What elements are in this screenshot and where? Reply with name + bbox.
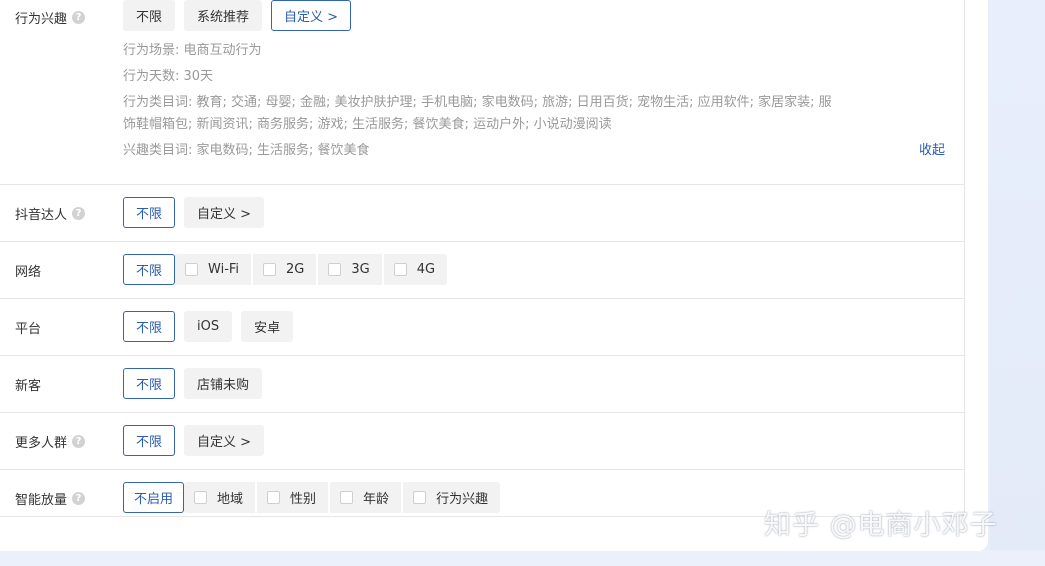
network-options: 不限 Wi-Fi 2G 3G 4G bbox=[123, 254, 448, 285]
option-unlimited[interactable]: 不限 bbox=[123, 311, 176, 342]
network-label: 网络 bbox=[15, 265, 42, 280]
behavior-scene: 行为场景: 电商互动行为 bbox=[123, 43, 262, 58]
option-unlimited[interactable]: 不限 bbox=[123, 197, 176, 228]
option-custom[interactable]: 自定义 > bbox=[271, 0, 352, 31]
checkbox-label: 4G bbox=[416, 262, 436, 277]
targeting-card: 行为兴趣 ? 不限 系统推荐 自定义 > 行为场景: 电商互动行为 行为天数: … bbox=[0, 0, 988, 551]
behavior-interest-label-text: 行为兴趣 bbox=[15, 12, 68, 27]
network-checkbox-group: Wi-Fi 2G 3G 4G bbox=[175, 254, 448, 285]
help-icon[interactable]: ? bbox=[72, 492, 86, 505]
checkbox-box[interactable] bbox=[263, 263, 277, 276]
option-unlimited[interactable]: 不限 bbox=[123, 368, 176, 399]
option-store-not-purchased[interactable]: 店铺未购 bbox=[184, 368, 263, 399]
checkbox-3g[interactable]: 3G bbox=[318, 254, 384, 285]
checkbox-box[interactable] bbox=[194, 491, 208, 504]
behavior-days: 行为天数: 30天 bbox=[123, 69, 214, 84]
checkbox-4g[interactable]: 4G bbox=[384, 254, 447, 285]
douyin-options: 不限 自定义 > bbox=[123, 197, 273, 228]
checkbox-label: 3G bbox=[351, 262, 370, 277]
checkbox-gender[interactable]: 性别 bbox=[257, 482, 331, 513]
option-unlimited[interactable]: 不限 bbox=[123, 0, 176, 31]
platform-label: 平台 bbox=[15, 322, 42, 337]
row-behavior-interest: 行为兴趣 ? 不限 系统推荐 自定义 > 行为场景: 电商互动行为 行为天数: … bbox=[0, 0, 964, 184]
new-customer-label: 新客 bbox=[15, 379, 42, 394]
help-icon[interactable]: ? bbox=[72, 435, 86, 448]
smart-expand-checkbox-group: 地域 性别 年龄 行为兴趣 bbox=[184, 482, 501, 513]
checkbox-box[interactable] bbox=[340, 491, 354, 504]
help-icon[interactable]: ? bbox=[72, 11, 86, 24]
page-background-right bbox=[990, 0, 1045, 566]
row-douyin-influencer: 抖音达人 ? 不限 自定义 > bbox=[0, 184, 964, 241]
new-customer-options: 不限 店铺未购 bbox=[123, 368, 271, 399]
page-background-bottom bbox=[0, 550, 1045, 566]
row-new-customer: 新客 不限 店铺未购 bbox=[0, 355, 964, 412]
smart-expand-options: 不启用 地域 性别 年龄 行为兴趣 bbox=[123, 482, 501, 513]
more-crowd-label-text: 更多人群 bbox=[15, 436, 68, 451]
checkbox-2g[interactable]: 2G bbox=[253, 254, 319, 285]
checkbox-label: Wi-Fi bbox=[208, 262, 240, 277]
behavior-category-line1: 行为类目词: 教育; 交通; 母婴; 金融; 美妆护肤护理; 手机电脑; 家电数… bbox=[123, 95, 832, 110]
checkbox-label: 2G bbox=[286, 262, 305, 277]
option-unlimited[interactable]: 不限 bbox=[123, 254, 176, 285]
option-custom[interactable]: 自定义 > bbox=[184, 425, 265, 456]
help-icon[interactable]: ? bbox=[72, 207, 86, 220]
more-crowd-label: 更多人群 ? bbox=[15, 432, 86, 451]
row-platform: 平台 不限 iOS 安卓 bbox=[0, 298, 964, 355]
checkbox-region[interactable]: 地域 bbox=[184, 482, 258, 513]
checkbox-behavior-interest[interactable]: 行为兴趣 bbox=[403, 482, 500, 513]
platform-options: 不限 iOS 安卓 bbox=[123, 311, 302, 342]
collapse-link[interactable]: 收起 bbox=[919, 140, 945, 162]
targeting-panel: 行为兴趣 ? 不限 系统推荐 自定义 > 行为场景: 电商互动行为 行为天数: … bbox=[0, 0, 965, 517]
checkbox-box[interactable] bbox=[328, 263, 342, 276]
row-more-crowd: 更多人群 ? 不限 自定义 > bbox=[0, 412, 964, 469]
douyin-label-text: 抖音达人 bbox=[15, 208, 68, 223]
behavior-interest-label: 行为兴趣 ? bbox=[15, 8, 86, 27]
option-custom[interactable]: 自定义 > bbox=[184, 197, 265, 228]
watermark: 知乎 @电商小邓子 bbox=[764, 510, 998, 541]
smart-expand-label: 智能放量 ? bbox=[15, 489, 86, 508]
row-network: 网络 不限 Wi-Fi 2G 3G 4G bbox=[0, 241, 964, 298]
option-disable[interactable]: 不启用 bbox=[123, 482, 185, 513]
smart-expand-label-text: 智能放量 bbox=[15, 493, 68, 508]
checkbox-box[interactable] bbox=[393, 263, 407, 276]
option-unlimited[interactable]: 不限 bbox=[123, 425, 176, 456]
interest-category: 兴趣类目词: 家电数码; 生活服务; 餐饮美食 bbox=[123, 143, 370, 158]
checkbox-label: 行为兴趣 bbox=[436, 492, 489, 507]
checkbox-label: 性别 bbox=[290, 492, 317, 507]
checkbox-label: 年龄 bbox=[363, 492, 390, 507]
checkbox-box[interactable] bbox=[413, 491, 427, 504]
behavior-category-line2: 饰鞋帽箱包; 新闻资讯; 商务服务; 游戏; 生活服务; 餐饮美食; 运动户外;… bbox=[123, 117, 612, 132]
option-ios[interactable]: iOS bbox=[184, 311, 233, 342]
douyin-label: 抖音达人 ? bbox=[15, 204, 86, 223]
checkbox-box[interactable] bbox=[185, 263, 199, 276]
checkbox-wifi[interactable]: Wi-Fi bbox=[175, 254, 254, 285]
checkbox-age[interactable]: 年龄 bbox=[330, 482, 404, 513]
option-android[interactable]: 安卓 bbox=[241, 311, 294, 342]
checkbox-box[interactable] bbox=[267, 491, 281, 504]
option-system-recommend[interactable]: 系统推荐 bbox=[184, 0, 263, 31]
behavior-interest-options: 不限 系统推荐 自定义 > bbox=[123, 0, 360, 31]
more-crowd-options: 不限 自定义 > bbox=[123, 425, 273, 456]
checkbox-label: 地域 bbox=[217, 492, 244, 507]
